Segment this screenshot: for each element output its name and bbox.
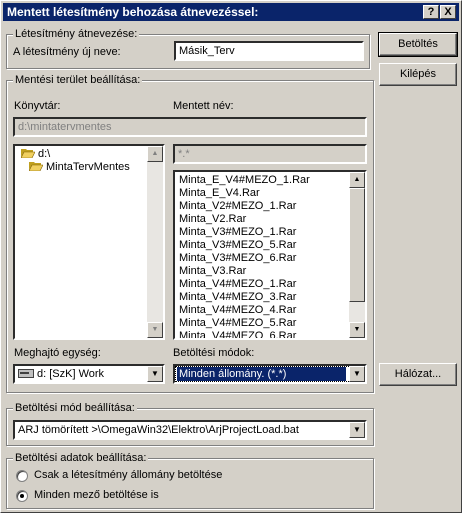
load-modes-label: Betöltési módok:	[173, 347, 255, 359]
scroll-down-icon[interactable]: ▼	[349, 322, 365, 338]
file-list-item[interactable]: Minta_V2.Rar	[177, 213, 347, 226]
scroll-up-icon[interactable]: ▲	[349, 172, 365, 188]
load-data-setting-group: Betöltési adatok beállítása: Csak a léte…	[6, 452, 374, 509]
file-list-item[interactable]: Minta_V4#MEZO_5.Rar	[177, 317, 347, 330]
file-list[interactable]: Minta_E_V4#MEZO_1.Rar Minta_E_V4.Rar Minta…	[173, 170, 367, 340]
scroll-up-icon[interactable]: ▲	[147, 146, 163, 162]
dialog-window: Mentett létesítmény behozása átnevezésse…	[0, 0, 462, 513]
new-name-input[interactable]: Másik_Terv	[174, 41, 364, 61]
load-data-setting-title: Betöltési adatok beállítása:	[13, 452, 149, 464]
rename-group-title: Létesítmény átnevezése:	[13, 28, 140, 40]
radio-selected-dot	[20, 494, 24, 498]
filename-filter-field: *.*	[173, 144, 367, 164]
file-list-item[interactable]: Minta_V3#MEZO_6.Rar	[177, 252, 347, 265]
drive-select-text: d: [SzK] Work	[37, 368, 105, 380]
file-list-item[interactable]: Minta_V3#MEZO_5.Rar	[177, 239, 347, 252]
saved-name-label: Mentett név:	[173, 100, 234, 112]
folder-label: MintaTervMentes	[46, 161, 130, 173]
title-bar[interactable]: Mentett létesítmény behozása átnevezésse…	[3, 3, 459, 21]
drive-select[interactable]: d: [SzK] Work ▼	[13, 364, 165, 384]
file-list-item[interactable]: Minta_V3#MEZO_1.Rar	[177, 226, 347, 239]
load-mode-setting-group: Betöltési mód beállítása: ARJ tömörített…	[6, 402, 374, 446]
window-title: Mentett létesítmény behozása átnevezésse…	[7, 5, 259, 19]
chevron-down-icon[interactable]: ▼	[349, 366, 365, 382]
help-button[interactable]: ?	[423, 5, 439, 19]
chevron-down-icon[interactable]: ▼	[147, 366, 163, 382]
close-button[interactable]: X	[440, 5, 456, 19]
option-1-label[interactable]: Csak a létesítmény állomány betöltése	[34, 469, 222, 481]
file-list-item[interactable]: Minta_E_V4#MEZO_1.Rar	[177, 174, 347, 187]
load-button[interactable]: Betöltés	[378, 32, 458, 57]
folder-label: d:\	[38, 148, 51, 160]
folder-rows: d:\ MintaTervMentes	[17, 146, 145, 174]
load-modes-select-value: Minden állomány. (*.*)	[177, 367, 346, 381]
network-button[interactable]: Hálózat...	[379, 363, 457, 386]
folder-item[interactable]: d:\	[17, 148, 145, 161]
load-mode-select[interactable]: ARJ tömörített >\OmegaWin32\Elektro\ArjP…	[13, 420, 367, 440]
file-list-item[interactable]: Minta_V4#MEZO_4.Rar	[177, 304, 347, 317]
folder-open-icon	[29, 162, 43, 171]
hard-drive-icon	[18, 369, 34, 378]
folder-open-icon	[21, 149, 35, 158]
load-mode-select-value: ARJ tömörített >\OmegaWin32\Elektro\ArjP…	[18, 424, 299, 436]
file-list-item[interactable]: Minta_V4#MEZO_1.Rar	[177, 278, 347, 291]
chevron-down-icon[interactable]: ▼	[349, 422, 365, 438]
exit-button[interactable]: Kilépés	[379, 63, 457, 86]
save-area-group: Mentési terület beállítása: Könyvtár: Me…	[6, 74, 374, 393]
scroll-down-icon[interactable]: ▼	[147, 322, 163, 338]
option-2-label[interactable]: Minden mező betöltése is	[34, 489, 159, 501]
new-name-label: A létesítmény új neve:	[13, 46, 121, 58]
load-mode-setting-title: Betöltési mód beállítása:	[13, 402, 137, 414]
file-list-scrollbar[interactable]: ▲ ▼	[349, 172, 365, 338]
directory-label: Könyvtár:	[14, 100, 61, 112]
file-list-item[interactable]: Minta_E_V4.Rar	[177, 187, 347, 200]
directory-path-field: d:\mintatervmentes	[13, 117, 367, 137]
folder-item[interactable]: MintaTervMentes	[17, 161, 145, 174]
file-list-item[interactable]: Minta_V3.Rar	[177, 265, 347, 278]
file-rows: Minta_E_V4#MEZO_1.Rar Minta_E_V4.Rar Minta…	[177, 174, 347, 338]
file-list-item[interactable]: Minta_V4#MEZO_6.Rar	[177, 330, 347, 338]
load-modes-select[interactable]: Minden állomány. (*.*) ▼	[173, 364, 367, 384]
drive-select-value: d: [SzK] Work	[18, 368, 104, 380]
save-area-group-title: Mentési terület beállítása:	[13, 74, 143, 86]
rename-group: Létesítmény átnevezése: A létesítmény új…	[6, 28, 370, 69]
drive-label: Meghajtó egység:	[14, 347, 101, 359]
radio-option-2[interactable]	[16, 490, 28, 502]
radio-option-1[interactable]	[16, 470, 28, 482]
folder-list-scrollbar[interactable]: ▲ ▼	[147, 146, 163, 338]
file-list-item[interactable]: Minta_V4#MEZO_3.Rar	[177, 291, 347, 304]
folder-list[interactable]: d:\ MintaTervMentes ▲ ▼	[13, 144, 165, 340]
file-list-item[interactable]: Minta_V2#MEZO_1.Rar	[177, 200, 347, 213]
scroll-thumb[interactable]	[349, 188, 365, 302]
